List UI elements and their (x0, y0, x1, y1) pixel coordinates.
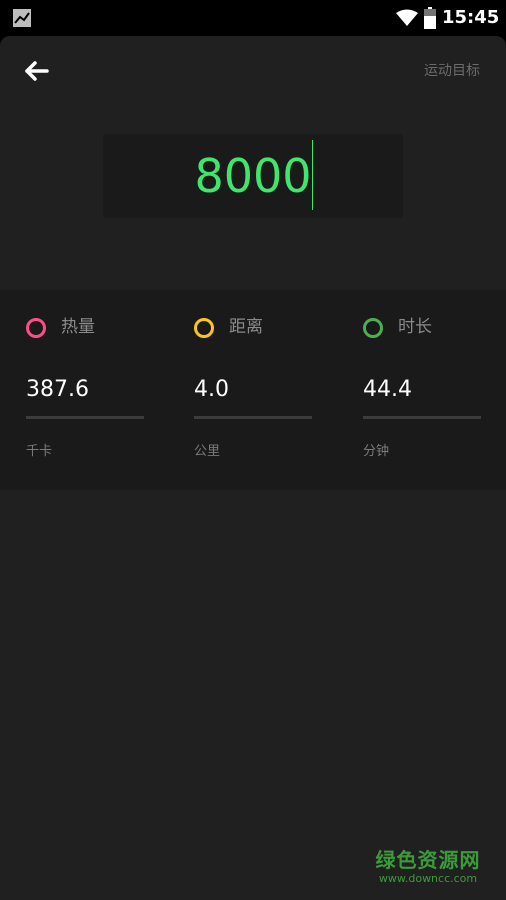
stat-value[interactable]: 4.0 (194, 376, 229, 404)
stat-value[interactable]: 44.4 (363, 376, 412, 404)
stat-label: 时长 (398, 317, 432, 337)
input-underline (26, 416, 144, 419)
stat-duration: 时长 44.4 分钟 (363, 290, 481, 490)
page-title: 运动目标 (424, 63, 480, 79)
stat-calories: 热量 387.6 千卡 (26, 290, 144, 490)
text-caret (312, 140, 313, 210)
status-bar: 15:45 (0, 0, 506, 36)
circle-icon (363, 318, 383, 338)
status-time: 15:45 (442, 7, 500, 28)
stats-panel: 热量 387.6 千卡 距离 4.0 公里 时长 44.4 分钟 (0, 290, 506, 490)
stat-unit: 分钟 (363, 444, 390, 459)
stat-unit: 公里 (194, 444, 221, 459)
input-underline (194, 416, 312, 419)
circle-icon (26, 318, 46, 338)
goal-screen: 运动目标 8000 热量 387.6 千卡 距离 4.0 公里 时长 44.4 … (0, 36, 506, 900)
battery-icon (424, 7, 436, 29)
input-underline (363, 416, 481, 419)
watermark: 绿色资源网 www.downcc.com (368, 848, 488, 886)
circle-icon (194, 318, 214, 338)
stat-value[interactable]: 387.6 (26, 376, 89, 404)
stat-distance: 距离 4.0 公里 (194, 290, 312, 490)
back-button[interactable] (20, 56, 54, 86)
watermark-name: 绿色资源网 (375, 848, 481, 872)
stat-label: 距离 (229, 317, 263, 337)
arrow-left-icon (25, 61, 49, 81)
goal-input-box[interactable]: 8000 (103, 134, 403, 218)
watermark-url: www.downcc.com (378, 872, 478, 885)
goal-input[interactable]: 8000 (103, 134, 403, 218)
stat-label: 热量 (61, 317, 95, 337)
image-icon (13, 9, 31, 27)
wifi-icon (396, 9, 418, 26)
stat-unit: 千卡 (26, 444, 53, 459)
